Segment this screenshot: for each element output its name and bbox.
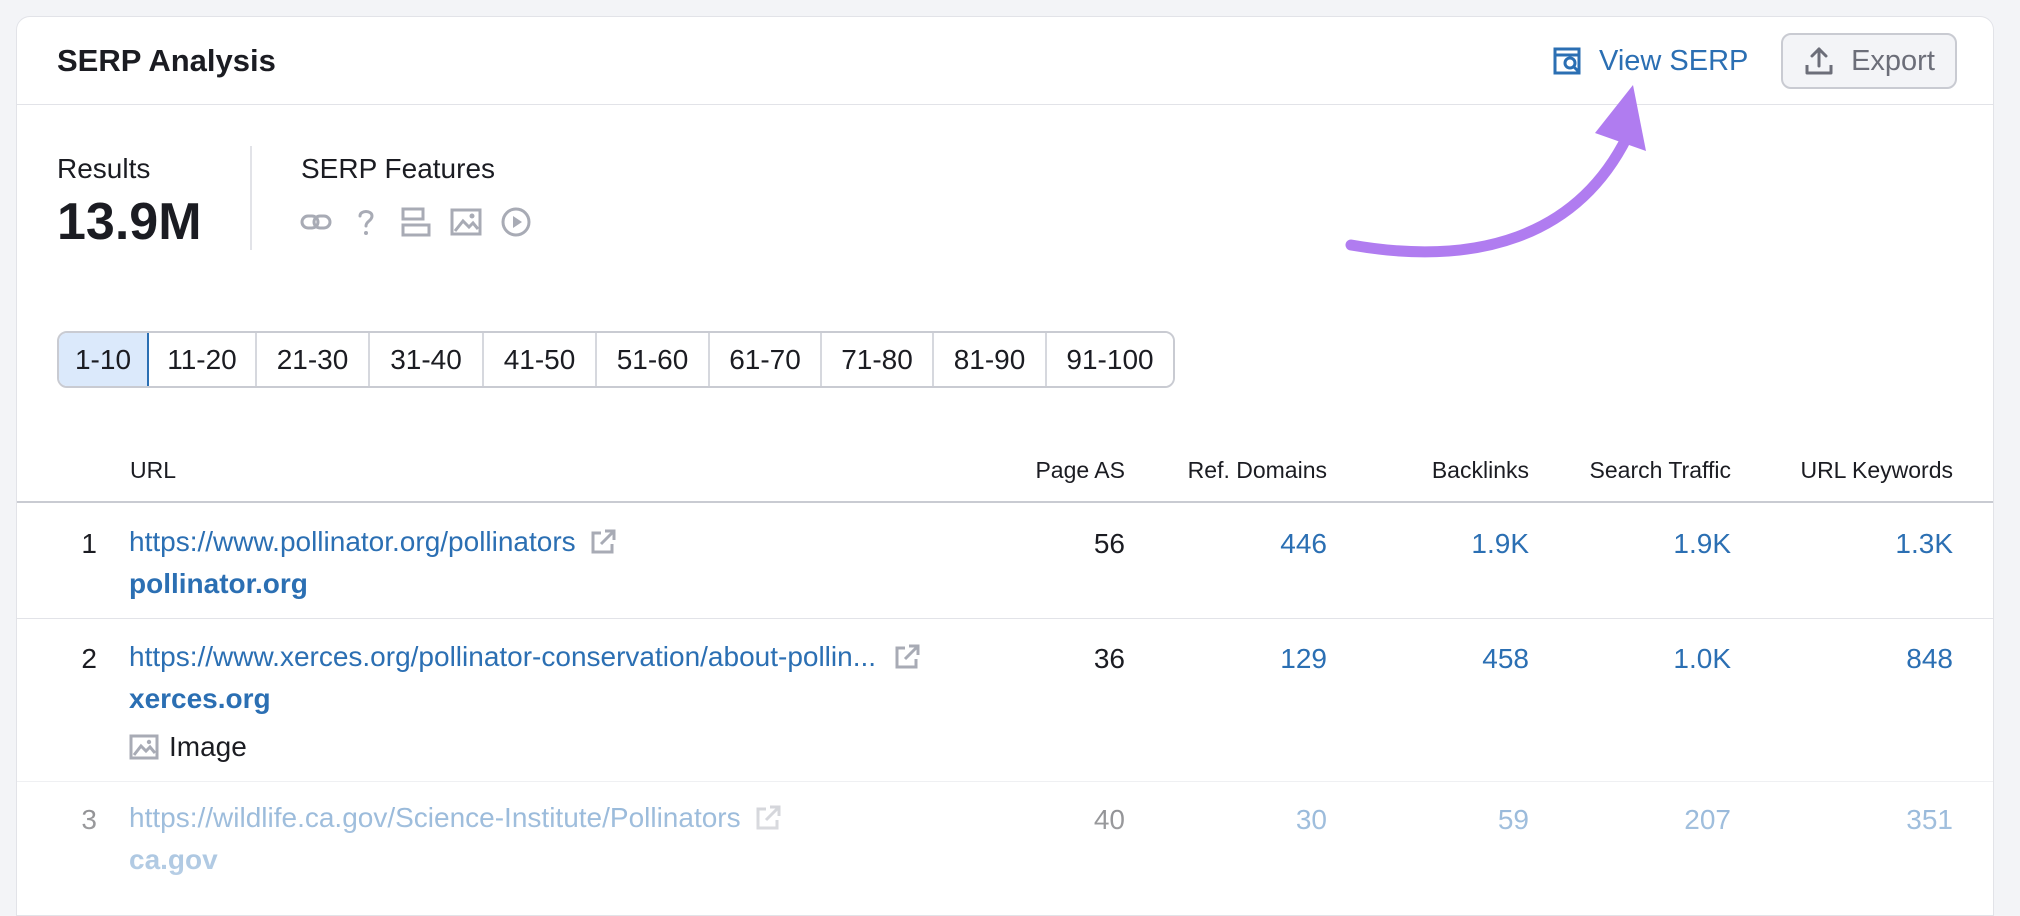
page-as-value: 40 (1093, 804, 1125, 835)
col-backlinks[interactable]: Backlinks (1432, 457, 1529, 484)
result-url-text: https://wildlife.ca.gov/Science-Institut… (129, 802, 741, 833)
result-url-link[interactable]: https://www.xerces.org/pollinator-conser… (129, 641, 922, 673)
table-row: 1 https://www.pollinator.org/pollinators… (17, 504, 1993, 619)
search-traffic-value[interactable]: 1.9K (1673, 528, 1731, 560)
external-link-icon[interactable] (588, 527, 618, 557)
row-number: 2 (81, 643, 97, 674)
backlinks-value[interactable]: 1.9K (1471, 528, 1529, 560)
question-icon[interactable] (349, 205, 383, 239)
ref-domains-value[interactable]: 446 (1280, 528, 1327, 560)
url-keywords-value[interactable]: 848 (1906, 643, 1953, 675)
serp-feature-tag: Image (129, 731, 247, 763)
serp-analysis-card: SERP Analysis View SERP Export Results 1… (16, 16, 1994, 916)
result-url-link[interactable]: https://www.pollinator.org/pollinators (129, 526, 618, 558)
url-keywords-value[interactable]: 351 (1906, 804, 1953, 836)
serp-features-icons (299, 205, 533, 239)
export-button[interactable]: Export (1781, 33, 1957, 89)
table-row: 3 https://wildlife.ca.gov/Science-Instit… (17, 782, 1993, 915)
video-icon[interactable] (499, 205, 533, 239)
search-traffic-value[interactable]: 1.0K (1673, 643, 1731, 675)
summary-divider (250, 146, 252, 250)
search-traffic-value[interactable]: 207 (1684, 804, 1731, 836)
result-url-link[interactable]: https://wildlife.ca.gov/Science-Institut… (129, 802, 783, 834)
page-11-20[interactable]: 11-20 (149, 333, 257, 386)
featured-snippet-icon[interactable] (399, 205, 433, 239)
image-icon (129, 734, 159, 760)
col-url[interactable]: URL (130, 457, 176, 484)
result-url-text: https://www.pollinator.org/pollinators (129, 526, 576, 557)
card-header: SERP Analysis View SERP Export (17, 17, 1993, 105)
page-51-60[interactable]: 51-60 (597, 333, 710, 386)
page-as-value: 36 (1093, 643, 1125, 674)
page-1-10[interactable]: 1-10 (59, 333, 149, 386)
page-41-50[interactable]: 41-50 (484, 333, 597, 386)
col-url-keywords[interactable]: URL Keywords (1800, 457, 1953, 484)
result-domain-link[interactable]: pollinator.org (129, 568, 308, 600)
results-pagination: 1-10 11-20 21-30 31-40 41-50 51-60 61-70… (57, 331, 1175, 388)
serp-preview-icon (1553, 47, 1581, 75)
row-number: 3 (81, 804, 97, 835)
col-page-as[interactable]: Page AS (1035, 457, 1125, 484)
serp-features-label: SERP Features (301, 153, 496, 184)
col-ref-domains[interactable]: Ref. Domains (1188, 457, 1327, 484)
ref-domains-value[interactable]: 30 (1296, 804, 1327, 836)
page-91-100[interactable]: 91-100 (1047, 333, 1173, 386)
view-serp-label: View SERP (1599, 44, 1749, 77)
result-domain-link[interactable]: xerces.org (129, 683, 271, 715)
card-title: SERP Analysis (57, 43, 276, 78)
ref-domains-value[interactable]: 129 (1280, 643, 1327, 675)
results-value: 13.9M (57, 193, 202, 251)
url-keywords-value[interactable]: 1.3K (1895, 528, 1953, 560)
annotation-arrow-icon (1345, 85, 1646, 258)
serp-feature-label: Image (169, 731, 247, 762)
external-link-icon[interactable] (753, 803, 783, 833)
row-number: 1 (81, 528, 97, 559)
backlinks-value[interactable]: 59 (1498, 804, 1529, 836)
image-icon[interactable] (449, 205, 483, 239)
result-domain-link[interactable]: ca.gov (129, 844, 218, 876)
page-21-30[interactable]: 21-30 (257, 333, 370, 386)
export-label: Export (1851, 44, 1935, 77)
page-61-70[interactable]: 61-70 (710, 333, 822, 386)
result-url-text: https://www.xerces.org/pollinator-conser… (129, 641, 877, 672)
col-search-traffic[interactable]: Search Traffic (1590, 457, 1731, 484)
page-as-value: 56 (1093, 528, 1125, 559)
external-link-icon[interactable] (892, 642, 922, 672)
page-31-40[interactable]: 31-40 (370, 333, 484, 386)
table-row: 2 https://www.xerces.org/pollinator-cons… (17, 619, 1993, 782)
results-label: Results (57, 153, 151, 184)
table-header: URL Page AS Ref. Domains Backlinks Searc… (17, 437, 1993, 503)
backlinks-value[interactable]: 458 (1482, 643, 1529, 675)
upload-icon (1805, 47, 1833, 75)
link-icon[interactable] (299, 205, 333, 239)
page-71-80[interactable]: 71-80 (822, 333, 934, 386)
page-81-90[interactable]: 81-90 (934, 333, 1047, 386)
